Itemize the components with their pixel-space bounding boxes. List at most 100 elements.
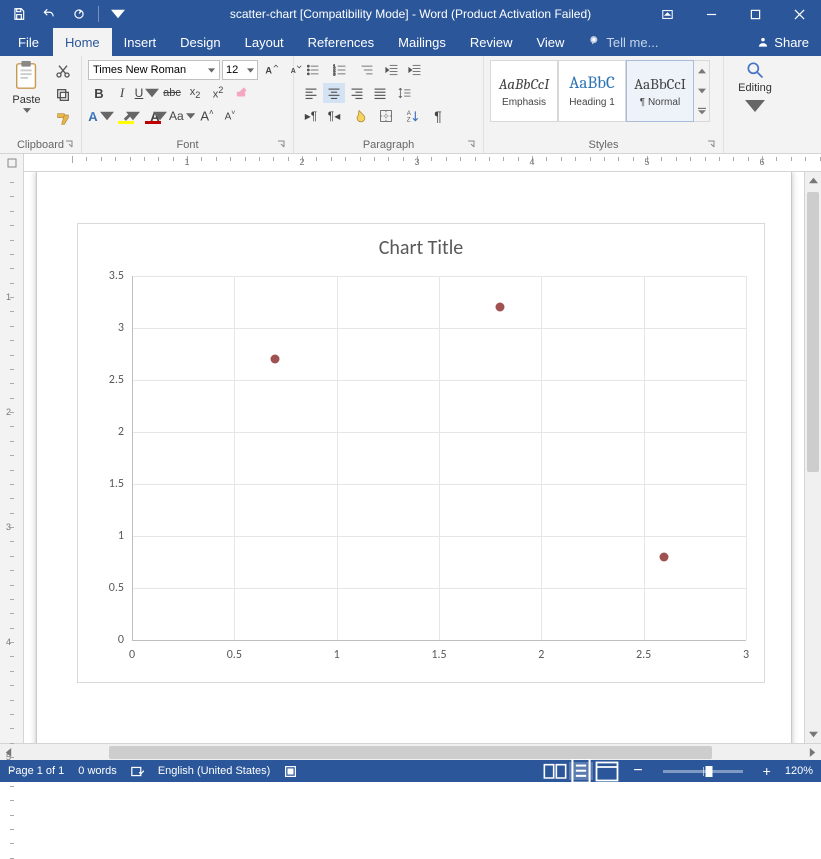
data-point[interactable] <box>496 303 505 312</box>
ribbon: Paste Clipboard Times New Roman 12 A A <box>0 56 821 154</box>
tab-design[interactable]: Design <box>168 28 232 56</box>
font-name-select[interactable]: Times New Roman <box>88 60 220 80</box>
document-viewport[interactable]: Chart Title 00.511.522.533.500.511.522.5… <box>24 172 804 743</box>
tab-mailings[interactable]: Mailings <box>386 28 458 56</box>
redo-button[interactable] <box>66 3 92 25</box>
styles-scroll-down[interactable] <box>694 81 709 101</box>
undo-button[interactable] <box>36 3 62 25</box>
font-launcher[interactable] <box>275 139 287 151</box>
zoom-in-button[interactable]: + <box>763 763 771 779</box>
save-button[interactable] <box>6 3 32 25</box>
sort-button[interactable]: AZ <box>400 106 426 126</box>
close-button[interactable] <box>777 0 821 28</box>
data-point[interactable] <box>660 552 669 561</box>
increase-indent-button[interactable] <box>404 60 426 80</box>
clipboard-launcher[interactable] <box>63 139 75 151</box>
subscript-button[interactable]: x2 <box>184 83 206 103</box>
ribbon-display-options[interactable] <box>645 0 689 28</box>
data-point[interactable] <box>271 355 280 364</box>
style-heading-1[interactable]: AaBbCHeading 1 <box>558 60 626 122</box>
styles-expand[interactable] <box>694 101 709 121</box>
numbering-button[interactable]: 123 <box>327 60 353 80</box>
group-clipboard: Paste Clipboard <box>0 56 82 153</box>
strikethrough-button[interactable]: abc <box>161 83 183 103</box>
text-effects-button[interactable]: A <box>88 106 114 126</box>
tab-review[interactable]: Review <box>458 28 525 56</box>
justify-button[interactable] <box>369 83 391 103</box>
vertical-scroll-thumb[interactable] <box>807 192 819 472</box>
shrink-font-alt-button[interactable]: A˅ <box>219 106 241 126</box>
share-button[interactable]: Share <box>744 28 821 56</box>
horizontal-scroll-thumb[interactable] <box>109 746 712 759</box>
bold-button[interactable]: B <box>88 83 110 103</box>
tab-references[interactable]: References <box>296 28 386 56</box>
document-area: 12345 Chart Title 00.511.522.533.500.511… <box>0 172 821 743</box>
language-status[interactable]: English (United States) <box>158 765 271 777</box>
qat-customize[interactable] <box>105 3 131 25</box>
highlight-button[interactable] <box>115 106 141 126</box>
paste-button[interactable]: Paste <box>6 60 47 113</box>
multilevel-list-button[interactable] <box>354 60 380 80</box>
zoom-level[interactable]: 120% <box>785 765 813 777</box>
print-layout-button[interactable] <box>569 762 593 780</box>
show-marks-button[interactable]: ¶ <box>427 106 449 126</box>
italic-button[interactable]: I <box>111 83 133 103</box>
zoom-out-button[interactable]: − <box>633 762 642 780</box>
ltr-direction-button[interactable]: ▸¶ <box>300 106 322 126</box>
group-paragraph: 123 ▸¶ ¶◂ AZ ¶ <box>294 56 484 153</box>
change-case-button[interactable]: Aa <box>169 106 195 126</box>
spell-check-status[interactable] <box>131 765 144 778</box>
tell-me[interactable]: Tell me... <box>576 28 670 56</box>
cut-button[interactable] <box>51 60 75 82</box>
superscript-button[interactable]: x2 <box>207 83 229 103</box>
horizontal-ruler[interactable]: 1234567 <box>0 154 821 172</box>
scroll-up-button[interactable] <box>805 172 821 189</box>
quick-access-toolbar <box>0 3 137 25</box>
maximize-button[interactable] <box>733 0 777 28</box>
shading-button[interactable] <box>346 106 372 126</box>
align-left-button[interactable] <box>300 83 322 103</box>
tab-file[interactable]: File <box>4 28 53 56</box>
minimize-button[interactable] <box>689 0 733 28</box>
vertical-ruler[interactable]: 12345 <box>0 172 24 743</box>
tab-home[interactable]: Home <box>53 28 112 56</box>
styles-scroll-up[interactable] <box>694 61 709 81</box>
tab-layout[interactable]: Layout <box>233 28 296 56</box>
clear-formatting-button[interactable] <box>230 83 252 103</box>
style--normal[interactable]: AaBbCcI¶ Normal <box>626 60 694 122</box>
borders-button[interactable] <box>373 106 399 126</box>
decrease-indent-button[interactable] <box>381 60 403 80</box>
chart[interactable]: Chart Title 00.511.522.533.500.511.522.5… <box>77 223 765 683</box>
copy-button[interactable] <box>51 84 75 106</box>
editing-button[interactable]: Editing <box>733 60 777 116</box>
grow-font-button[interactable]: A <box>260 60 282 80</box>
ruler-corner[interactable] <box>0 154 24 172</box>
zoom-slider[interactable] <box>663 770 743 773</box>
vertical-scrollbar[interactable] <box>804 172 821 743</box>
styles-launcher[interactable] <box>705 139 717 151</box>
align-right-button[interactable] <box>346 83 368 103</box>
svg-text:Z: Z <box>407 116 411 123</box>
rtl-direction-button[interactable]: ¶◂ <box>323 106 345 126</box>
scroll-right-button[interactable] <box>804 744 821 761</box>
horizontal-scrollbar[interactable] <box>0 743 821 760</box>
align-center-button[interactable] <box>323 83 345 103</box>
paragraph-launcher[interactable] <box>465 139 477 151</box>
title-bar: scatter-chart [Compatibility Mode] - Wor… <box>0 0 821 28</box>
format-painter-button[interactable] <box>51 108 75 130</box>
macro-status[interactable] <box>284 765 297 778</box>
page-number-status[interactable]: Page 1 of 1 <box>8 765 64 777</box>
tab-insert[interactable]: Insert <box>112 28 169 56</box>
font-size-select[interactable]: 12 <box>222 60 258 80</box>
grow-font-alt-button[interactable]: A˄ <box>196 106 218 126</box>
read-mode-button[interactable] <box>543 762 567 780</box>
style-emphasis[interactable]: AaBbCcIEmphasis <box>490 60 558 122</box>
word-count-status[interactable]: 0 words <box>78 765 117 777</box>
underline-button[interactable]: U <box>134 83 160 103</box>
line-spacing-button[interactable] <box>392 83 418 103</box>
tab-view[interactable]: View <box>524 28 576 56</box>
bullets-button[interactable] <box>300 60 326 80</box>
web-layout-button[interactable] <box>595 762 619 780</box>
group-styles: AaBbCcIEmphasisAaBbCHeading 1AaBbCcI¶ No… <box>484 56 724 153</box>
font-color-button[interactable]: A <box>142 106 168 126</box>
